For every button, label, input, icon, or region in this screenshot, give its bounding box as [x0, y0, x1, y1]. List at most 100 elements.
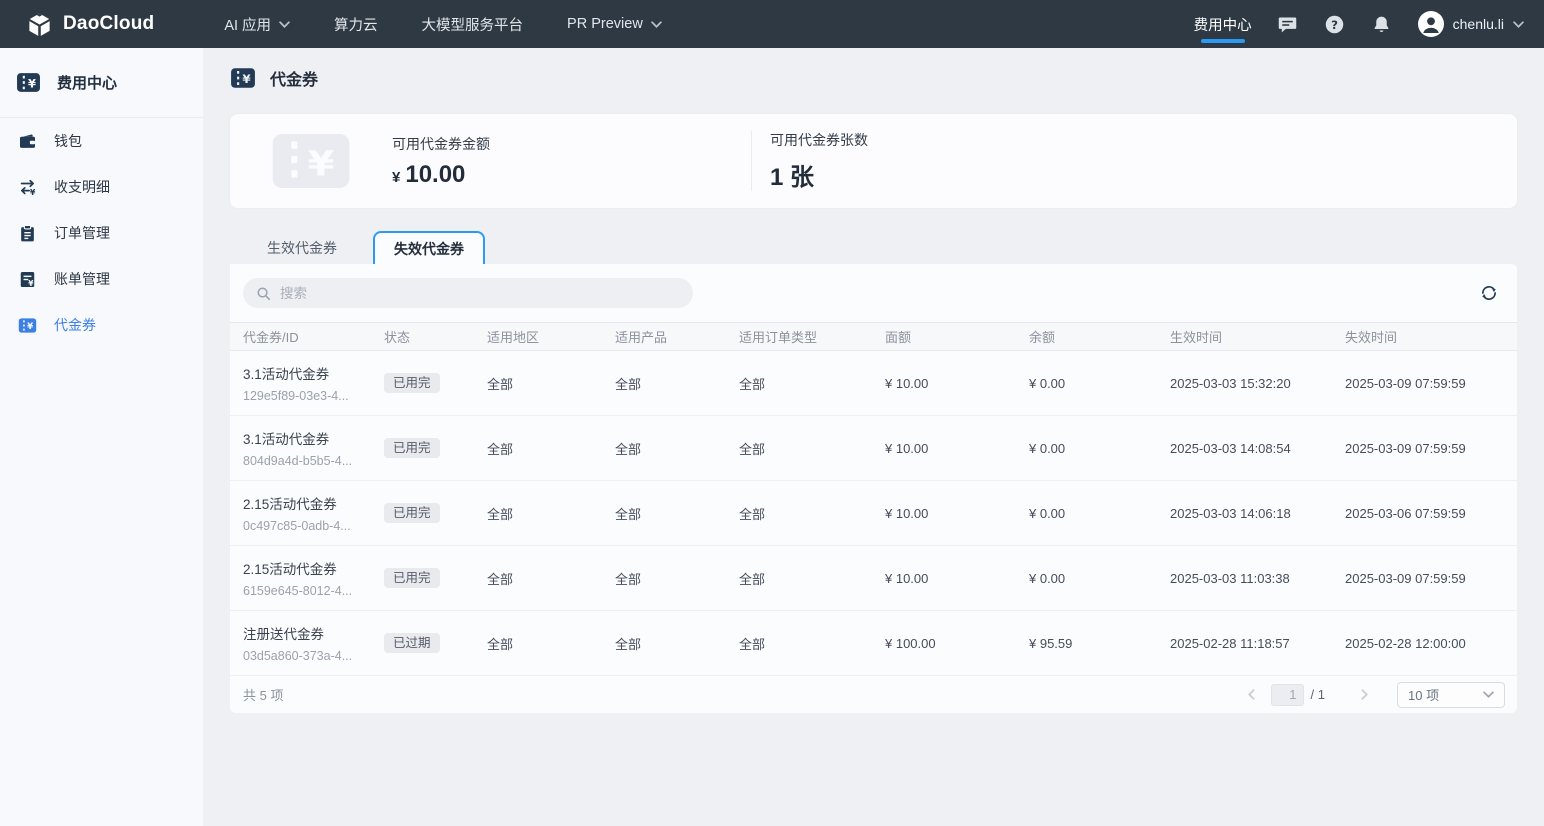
menu-item-llm-platform[interactable]: 大模型服务平台 [422, 0, 524, 48]
expiry-time-cell: 2025-03-06 07:59:59 [1345, 506, 1517, 521]
status-cell: 已用完 [384, 568, 487, 589]
status-badge: 已用完 [384, 373, 440, 394]
billing-center-icon: ¥ [16, 71, 41, 94]
balance-cell: ¥ 95.59 [1029, 636, 1170, 651]
chevron-down-icon [651, 21, 662, 28]
coupon-ticket-icon-large: ¥ [271, 131, 351, 191]
amount-number: 10.00 [405, 161, 465, 189]
balance-cell: ¥ 0.00 [1029, 571, 1170, 586]
avatar [1418, 11, 1444, 37]
column-header: 适用产品 [615, 327, 739, 346]
coupon-id: 0c497c85-0adb-4... [243, 519, 384, 533]
available-count-stat: 可用代金券张数 1 张 [752, 130, 868, 192]
search-input[interactable] [280, 286, 680, 301]
coupon-name-id-cell: 2.15活动代金券 0c497c85-0adb-4... [243, 493, 384, 533]
billing-center-label: 费用中心 [1194, 14, 1252, 35]
refresh-icon[interactable] [1480, 284, 1498, 302]
table-footer: 共 5 项 / 1 10 项 [230, 676, 1517, 713]
wallet-icon [18, 132, 37, 151]
menu-item-compute-cloud[interactable]: 算力云 [334, 0, 378, 48]
transfer-arrows-icon: ¥ [18, 178, 37, 197]
notification-bell-icon[interactable] [1371, 13, 1393, 35]
main-content: ¥ 代金券 ¥ 可用代金券金额 ¥ 10.00 可用代金券张数 1 张 [203, 48, 1544, 826]
search-box[interactable] [243, 278, 693, 308]
help-icon[interactable]: ? [1324, 13, 1346, 35]
coupon-name-id-cell: 3.1活动代金券 804d9a4d-b5b5-4... [243, 428, 384, 468]
sidebar-item-transactions[interactable]: ¥ 收支明细 [0, 164, 203, 210]
count-number: 1 张 [770, 157, 814, 192]
region-cell: 全部 [487, 504, 615, 523]
brand-name: DaoCloud [63, 13, 154, 35]
balance-cell: ¥ 0.00 [1029, 441, 1170, 456]
expiry-time-cell: 2025-03-09 07:59:59 [1345, 571, 1517, 586]
balance-cell: ¥ 0.00 [1029, 376, 1170, 391]
sidebar: ¥ 费用中心 钱包 ¥ 收支明细 [0, 48, 203, 826]
face-value-cell: ¥ 100.00 [885, 636, 1029, 651]
chevron-down-icon [1513, 21, 1524, 28]
sidebar-title: 费用中心 [57, 72, 117, 93]
username: chenlu.li [1453, 16, 1504, 32]
region-cell: 全部 [487, 634, 615, 653]
status-badge: 已用完 [384, 438, 440, 459]
chevron-down-icon [279, 21, 290, 28]
order-type-cell: 全部 [739, 569, 885, 588]
product-cell: 全部 [615, 374, 739, 393]
svg-text:¥: ¥ [308, 143, 335, 184]
available-count-value: 1 张 [770, 157, 868, 192]
coupon-id: 03d5a860-373a-4... [243, 649, 384, 663]
tab-label: 生效代金券 [267, 238, 337, 258]
balance-cell: ¥ 0.00 [1029, 506, 1170, 521]
main-menu: AI 应用 算力云 大模型服务平台 PR Preview [224, 0, 661, 48]
sidebar-item-bills[interactable]: ¥ 账单管理 [0, 256, 203, 302]
menu-item-label: PR Preview [567, 16, 643, 32]
svg-text:¥: ¥ [242, 72, 251, 86]
billing-center-link[interactable]: 费用中心 [1194, 0, 1252, 48]
effective-time-cell: 2025-03-03 14:06:18 [1170, 506, 1345, 521]
page-title-text: 代金券 [270, 66, 318, 90]
user-menu[interactable]: chenlu.li [1418, 11, 1524, 37]
column-header: 余额 [1029, 327, 1170, 346]
face-value-cell: ¥ 10.00 [885, 441, 1029, 456]
expiry-time-cell: 2025-02-28 12:00:00 [1345, 636, 1517, 651]
menu-item-pr-preview[interactable]: PR Preview [567, 0, 662, 48]
sidebar-item-orders[interactable]: 订单管理 [0, 210, 203, 256]
next-page-icon[interactable] [1357, 689, 1371, 700]
status-badge: 已过期 [384, 633, 440, 654]
coupon-name-id-cell: 3.1活动代金券 129e5f89-03e3-4... [243, 363, 384, 403]
product-cell: 全部 [615, 569, 739, 588]
status-badge: 已用完 [384, 503, 440, 524]
table-row: 2.15活动代金券 0c497c85-0adb-4... 已用完 全部 全部 全… [230, 481, 1517, 546]
column-header: 面额 [885, 327, 1029, 346]
page-total-label: / 1 [1311, 687, 1325, 702]
page-size-select[interactable]: 10 项 [1397, 682, 1505, 708]
sidebar-item-label: 账单管理 [54, 269, 110, 289]
sidebar-item-label: 收支明细 [54, 177, 110, 197]
available-amount-label: 可用代金券金额 [392, 134, 751, 154]
column-header: 适用地区 [487, 327, 615, 346]
face-value-cell: ¥ 10.00 [885, 571, 1029, 586]
message-icon[interactable] [1277, 13, 1299, 35]
effective-time-cell: 2025-02-28 11:18:57 [1170, 636, 1345, 651]
region-cell: 全部 [487, 374, 615, 393]
sidebar-item-wallet[interactable]: 钱包 [0, 118, 203, 164]
menu-item-ai-apps[interactable]: AI 应用 [224, 0, 290, 48]
tab-active-coupons[interactable]: 生效代金券 [248, 231, 356, 264]
brand[interactable]: DaoCloud [26, 11, 154, 38]
search-icon [256, 286, 271, 301]
status-cell: 已用完 [384, 503, 487, 524]
coupon-id: 804d9a4d-b5b5-4... [243, 454, 384, 468]
status-badge: 已用完 [384, 568, 440, 589]
product-cell: 全部 [615, 439, 739, 458]
page-number-input[interactable] [1271, 684, 1304, 706]
region-cell: 全部 [487, 439, 615, 458]
tab-expired-coupons[interactable]: 失效代金券 [373, 231, 485, 264]
prev-page-icon[interactable] [1245, 689, 1259, 700]
svg-text:¥: ¥ [28, 76, 36, 90]
menu-item-label: 大模型服务平台 [422, 14, 524, 35]
status-cell: 已用完 [384, 438, 487, 459]
sidebar-item-coupons[interactable]: ¥ 代金券 [0, 302, 203, 348]
coupon-summary-card: ¥ 可用代金券金额 ¥ 10.00 可用代金券张数 1 张 [230, 114, 1517, 208]
column-header: 代金券/ID [243, 327, 384, 346]
coupon-name: 注册送代金券 [243, 623, 384, 643]
coupon-ticket-icon: ¥ [230, 66, 256, 90]
